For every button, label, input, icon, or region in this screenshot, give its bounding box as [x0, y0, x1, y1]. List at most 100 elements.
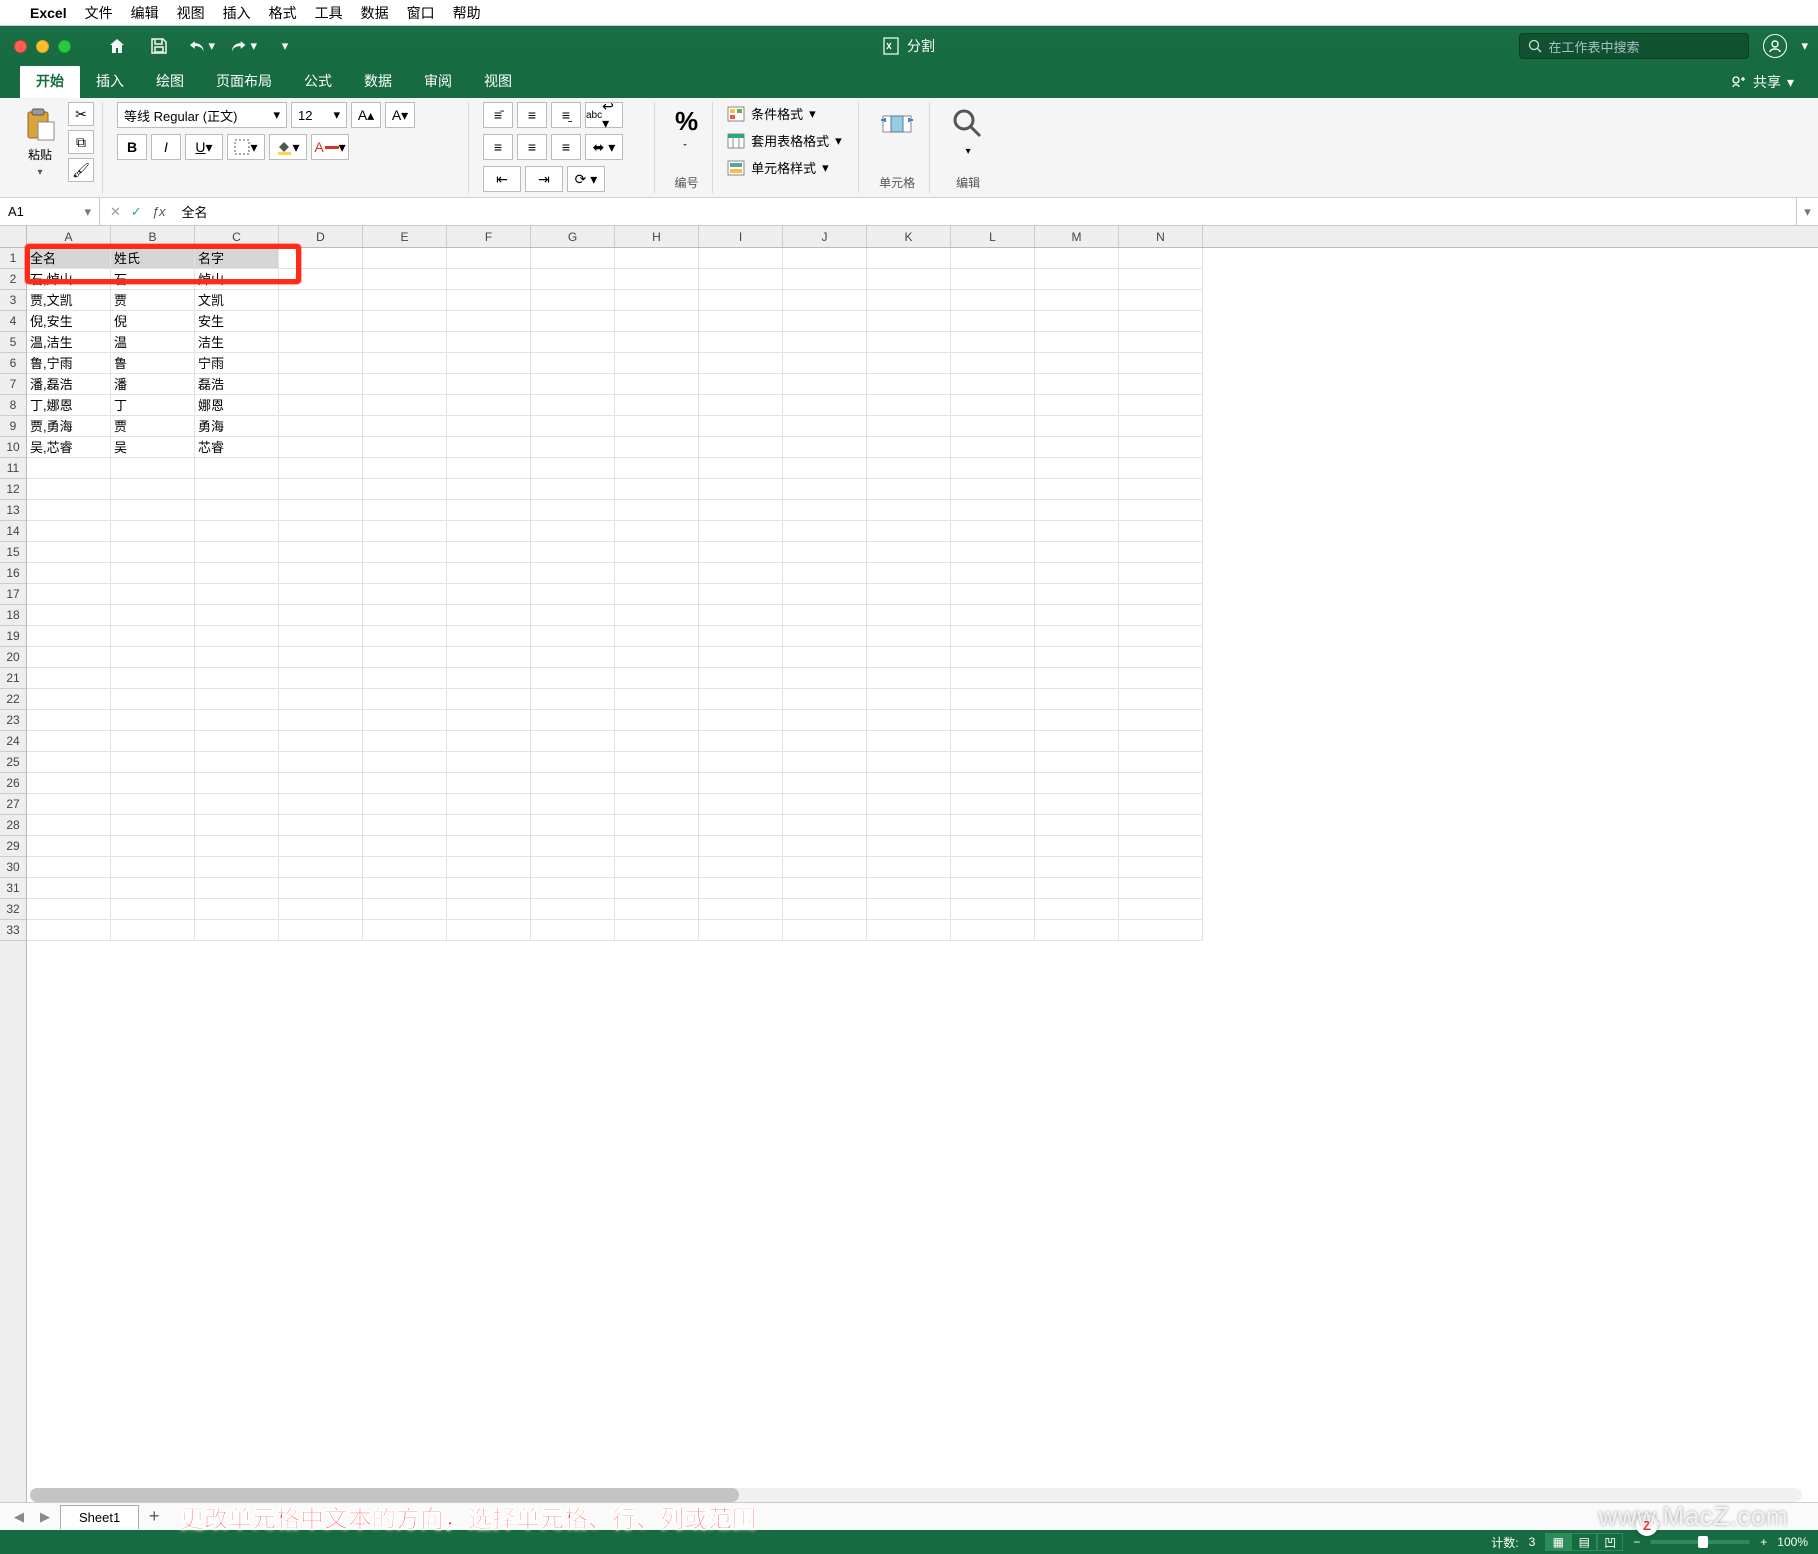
column-header[interactable]: B — [111, 226, 195, 247]
row-header[interactable]: 28 — [0, 815, 26, 836]
cell[interactable] — [699, 458, 783, 479]
cell[interactable] — [951, 290, 1035, 311]
cell[interactable] — [699, 353, 783, 374]
cell[interactable] — [363, 563, 447, 584]
align-bottom-button[interactable]: ≡̱ — [551, 102, 581, 128]
cell[interactable] — [531, 689, 615, 710]
column-header[interactable]: D — [279, 226, 363, 247]
cell[interactable] — [531, 458, 615, 479]
cell[interactable] — [195, 542, 279, 563]
cell[interactable] — [615, 479, 699, 500]
table-format-button[interactable]: 套用表格格式 ▾ — [727, 129, 850, 152]
cell[interactable]: 芯睿 — [195, 437, 279, 458]
cell[interactable] — [867, 584, 951, 605]
cell[interactable] — [279, 731, 363, 752]
row-header[interactable]: 1 — [0, 248, 26, 269]
cell[interactable]: 潘,磊浩 — [27, 374, 111, 395]
cell[interactable] — [951, 815, 1035, 836]
cell[interactable] — [783, 269, 867, 290]
cell[interactable] — [27, 458, 111, 479]
cell[interactable] — [1119, 836, 1203, 857]
cell[interactable] — [699, 290, 783, 311]
cell[interactable] — [951, 269, 1035, 290]
cell[interactable] — [279, 353, 363, 374]
cell[interactable] — [447, 794, 531, 815]
cell[interactable] — [111, 668, 195, 689]
save-icon[interactable] — [145, 32, 173, 60]
cell[interactable] — [951, 731, 1035, 752]
cell[interactable]: 丁 — [111, 395, 195, 416]
cell[interactable] — [195, 773, 279, 794]
cell[interactable] — [1035, 647, 1119, 668]
spreadsheet[interactable]: ABCDEFGHIJKLMN 1234567891011121314151617… — [0, 226, 1818, 1502]
cell[interactable] — [447, 857, 531, 878]
cell[interactable] — [111, 878, 195, 899]
cell[interactable] — [447, 269, 531, 290]
cell[interactable] — [27, 710, 111, 731]
cell[interactable] — [279, 857, 363, 878]
cell[interactable] — [951, 773, 1035, 794]
cell[interactable] — [531, 878, 615, 899]
cell[interactable] — [615, 857, 699, 878]
column-header[interactable]: L — [951, 226, 1035, 247]
cell[interactable] — [951, 857, 1035, 878]
cell[interactable] — [615, 773, 699, 794]
cell[interactable] — [363, 878, 447, 899]
cell[interactable] — [531, 542, 615, 563]
cell[interactable] — [1119, 395, 1203, 416]
cell[interactable] — [867, 605, 951, 626]
row-header[interactable]: 10 — [0, 437, 26, 458]
cell[interactable] — [279, 794, 363, 815]
cell[interactable] — [447, 836, 531, 857]
row-header[interactable]: 13 — [0, 500, 26, 521]
italic-button[interactable]: I — [151, 134, 181, 160]
cell[interactable] — [27, 626, 111, 647]
cell[interactable] — [1119, 416, 1203, 437]
column-header[interactable]: I — [699, 226, 783, 247]
cell[interactable] — [615, 521, 699, 542]
decrease-font-button[interactable]: A▾ — [385, 102, 415, 128]
row-header[interactable]: 18 — [0, 605, 26, 626]
view-normal-button[interactable]: ▦ — [1545, 1533, 1571, 1551]
expand-formula-bar-icon[interactable]: ▾ — [1796, 198, 1818, 225]
cell[interactable]: 贾 — [111, 416, 195, 437]
cell[interactable] — [279, 437, 363, 458]
cell[interactable] — [1119, 731, 1203, 752]
cell[interactable] — [867, 689, 951, 710]
cell[interactable] — [1035, 668, 1119, 689]
align-left-button[interactable]: ≡ — [483, 134, 513, 160]
cell[interactable]: 名字 — [195, 248, 279, 269]
cell[interactable] — [447, 416, 531, 437]
cell[interactable] — [615, 920, 699, 941]
cell[interactable] — [1119, 752, 1203, 773]
cell[interactable] — [1035, 626, 1119, 647]
cell[interactable] — [1035, 437, 1119, 458]
cell[interactable] — [111, 458, 195, 479]
cell[interactable] — [27, 752, 111, 773]
cell[interactable] — [1035, 731, 1119, 752]
cell[interactable] — [1035, 857, 1119, 878]
cell[interactable] — [783, 332, 867, 353]
cell[interactable] — [1119, 857, 1203, 878]
cell[interactable] — [867, 479, 951, 500]
row-header[interactable]: 21 — [0, 668, 26, 689]
cell[interactable] — [783, 878, 867, 899]
accept-formula-icon[interactable]: ✓ — [131, 204, 142, 220]
cell[interactable] — [1119, 689, 1203, 710]
cell[interactable] — [27, 731, 111, 752]
cell[interactable] — [1035, 815, 1119, 836]
cell[interactable] — [615, 626, 699, 647]
cell[interactable] — [447, 920, 531, 941]
view-page-layout-button[interactable]: ▤ — [1571, 1533, 1597, 1551]
cell[interactable] — [447, 374, 531, 395]
cell[interactable] — [783, 857, 867, 878]
row-header[interactable]: 22 — [0, 689, 26, 710]
cell[interactable] — [363, 521, 447, 542]
cell[interactable] — [447, 479, 531, 500]
tab-review[interactable]: 审阅 — [408, 64, 468, 98]
cell[interactable] — [783, 521, 867, 542]
row-header[interactable]: 17 — [0, 584, 26, 605]
cell[interactable] — [195, 458, 279, 479]
cell[interactable] — [27, 563, 111, 584]
cell[interactable] — [951, 752, 1035, 773]
